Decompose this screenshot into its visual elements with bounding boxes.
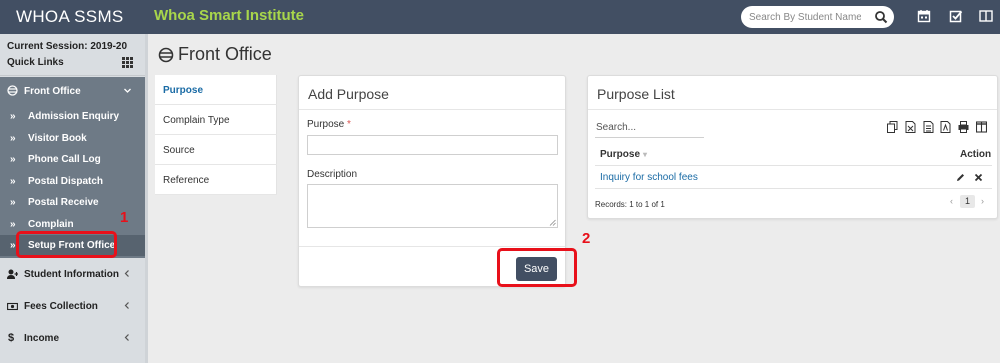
column-header-action: Action	[960, 149, 992, 160]
panel-title: Add Purpose	[308, 86, 389, 102]
sidebar-item-label: Postal Dispatch	[28, 176, 104, 187]
sidebar-item-label: Complain	[28, 219, 74, 230]
description-label: Description	[307, 169, 358, 180]
sidebar-item-label: Postal Receive	[28, 197, 99, 208]
chevron-left-icon	[124, 334, 129, 341]
dollar-icon: $	[8, 332, 15, 344]
divider	[588, 109, 997, 110]
columns-icon[interactable]	[976, 121, 987, 133]
sidebar-border	[145, 34, 148, 363]
divider	[0, 75, 145, 76]
highlight-box-setup-front-office	[16, 231, 117, 258]
sidebar-item-admission-enquiry[interactable]: » Admission Enquiry	[0, 106, 145, 127]
resize-handle-icon[interactable]	[549, 219, 556, 226]
double-chevron-icon: »	[10, 240, 16, 251]
front-office-icon	[158, 47, 174, 63]
divider	[299, 246, 565, 247]
divider	[299, 109, 565, 110]
sidebar-item-label: Income	[24, 333, 60, 344]
chevron-left-icon	[124, 270, 129, 277]
csv-icon[interactable]	[923, 121, 934, 133]
page-title-text: Front Office	[178, 44, 272, 64]
sidebar-item-label: Visitor Book	[28, 133, 87, 144]
column-header-purpose[interactable]: Purpose ▾	[600, 149, 647, 160]
current-session: Current Session: 2019-20	[7, 41, 128, 52]
sidebar-item-student-information[interactable]: Student Information	[0, 258, 145, 290]
chevron-down-icon	[124, 88, 131, 93]
sidebar-item-label: Fees Collection	[24, 301, 98, 312]
menu-icon[interactable]	[979, 9, 993, 23]
table-row-purpose[interactable]: Inquiry for school fees	[600, 172, 698, 183]
user-plus-icon	[7, 269, 18, 279]
sidebar-item-postal-dispatch[interactable]: » Postal Dispatch	[0, 171, 145, 192]
copy-icon[interactable]	[887, 121, 898, 133]
quick-links[interactable]: Quick Links	[7, 57, 64, 68]
tab-label: Purpose	[163, 85, 204, 96]
step-number-1: 1	[120, 209, 129, 226]
calendar-icon[interactable]	[917, 9, 931, 23]
description-textarea[interactable]	[307, 184, 558, 228]
sort-icon: ▾	[643, 150, 648, 159]
front-office-icon	[7, 85, 18, 96]
next-page-icon[interactable]: ›	[981, 196, 984, 206]
tab-label: Source	[163, 145, 195, 156]
purpose-label-text: Purpose	[307, 119, 345, 130]
previous-page-icon[interactable]: ‹	[950, 196, 953, 206]
records-info: Records: 1 to 1 of 1	[595, 200, 665, 209]
tab-purpose[interactable]: Purpose	[155, 75, 277, 105]
purpose-label: Purpose *	[307, 119, 351, 130]
double-chevron-icon: »	[10, 154, 16, 165]
table-row-divider	[595, 188, 992, 189]
tab-reference[interactable]: Reference	[155, 165, 277, 195]
double-chevron-icon: »	[10, 197, 16, 208]
chevron-left-icon	[124, 302, 129, 309]
edit-icon[interactable]	[956, 173, 965, 182]
sidebar-item-label: Phone Call Log	[28, 154, 101, 165]
required-mark: *	[347, 119, 351, 130]
excel-icon[interactable]	[905, 121, 916, 133]
double-chevron-icon: »	[10, 133, 16, 144]
student-search-input[interactable]	[749, 9, 861, 25]
tab-complain-type[interactable]: Complain Type	[155, 105, 277, 135]
institute-name: Whoa Smart Institute	[154, 7, 305, 24]
panel-title: Purpose List	[597, 86, 675, 102]
top-bar: WHOA SSMS Whoa Smart Institute	[0, 0, 1000, 34]
sidebar-item-visitor-book[interactable]: » Visitor Book	[0, 128, 145, 149]
tab-label: Reference	[163, 175, 210, 186]
sidebar-item-label: Student Information	[24, 269, 119, 280]
sidebar-item-phone-call-log[interactable]: » Phone Call Log	[0, 149, 145, 170]
highlight-box-save	[497, 248, 577, 287]
setup-tabs: Purpose Complain Type Source Reference	[155, 75, 277, 195]
print-icon[interactable]	[958, 121, 969, 133]
step-number-2: 2	[582, 230, 591, 247]
sidebar-item-income[interactable]: $ Income	[0, 322, 145, 354]
checkbox-icon[interactable]	[949, 9, 963, 23]
double-chevron-icon: »	[10, 219, 16, 230]
table-header-divider	[595, 165, 992, 166]
money-icon	[7, 302, 18, 311]
sidebar-item-label: Front Office	[24, 86, 81, 97]
sidebar-item-fees-collection[interactable]: Fees Collection	[0, 290, 145, 322]
student-search	[741, 6, 894, 28]
purpose-list-panel: Purpose List Search... Purpose ▾ Action I…	[587, 75, 998, 219]
app-brand[interactable]: WHOA SSMS	[0, 0, 145, 34]
sidebar-item-front-office[interactable]: Front Office	[0, 77, 145, 105]
sidebar-item-label: Admission Enquiry	[28, 111, 120, 122]
search-icon[interactable]	[874, 10, 888, 24]
purpose-input[interactable]	[307, 135, 558, 155]
delete-icon[interactable]	[974, 173, 983, 182]
grid-icon[interactable]	[122, 57, 133, 68]
page-number-button[interactable]: 1	[960, 195, 975, 208]
double-chevron-icon: »	[10, 111, 16, 122]
pdf-icon[interactable]	[940, 121, 951, 133]
tab-label: Complain Type	[163, 115, 230, 126]
list-search-placeholder: Search...	[596, 122, 637, 133]
column-header-label: Purpose	[600, 149, 641, 160]
tab-source[interactable]: Source	[155, 135, 277, 165]
double-chevron-icon: »	[10, 176, 16, 187]
sidebar: Current Session: 2019-20 Quick Links Fro…	[0, 34, 145, 363]
list-search-input[interactable]: Search...	[595, 121, 704, 138]
